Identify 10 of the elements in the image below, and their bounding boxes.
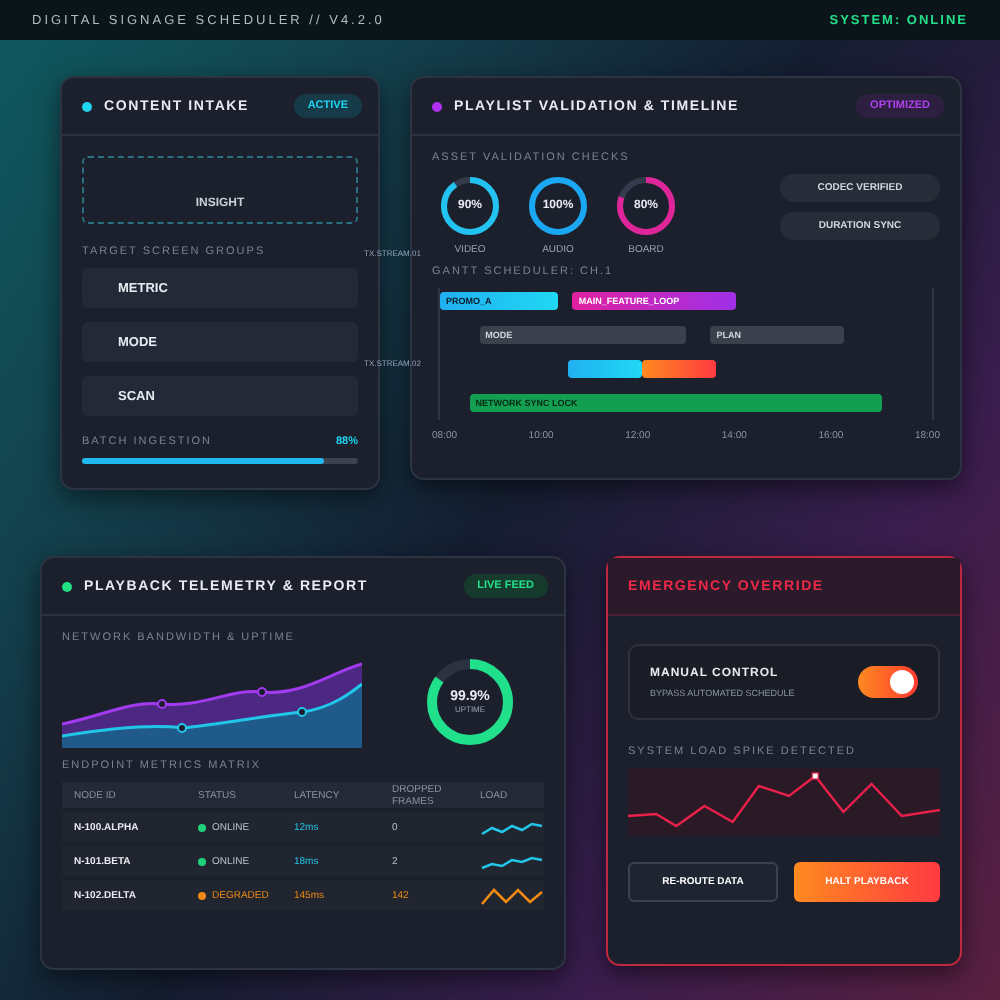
load-sparkline	[480, 883, 544, 907]
toggle-switch[interactable]	[858, 666, 918, 698]
uptime-ring	[422, 654, 518, 750]
progress-ring	[614, 174, 678, 238]
status-dot	[62, 581, 72, 591]
status-dot	[82, 101, 92, 111]
gantt-bar[interactable]	[567, 360, 642, 378]
progress-ring	[526, 174, 590, 238]
progress-ring	[438, 174, 502, 238]
status-dot	[432, 101, 442, 111]
